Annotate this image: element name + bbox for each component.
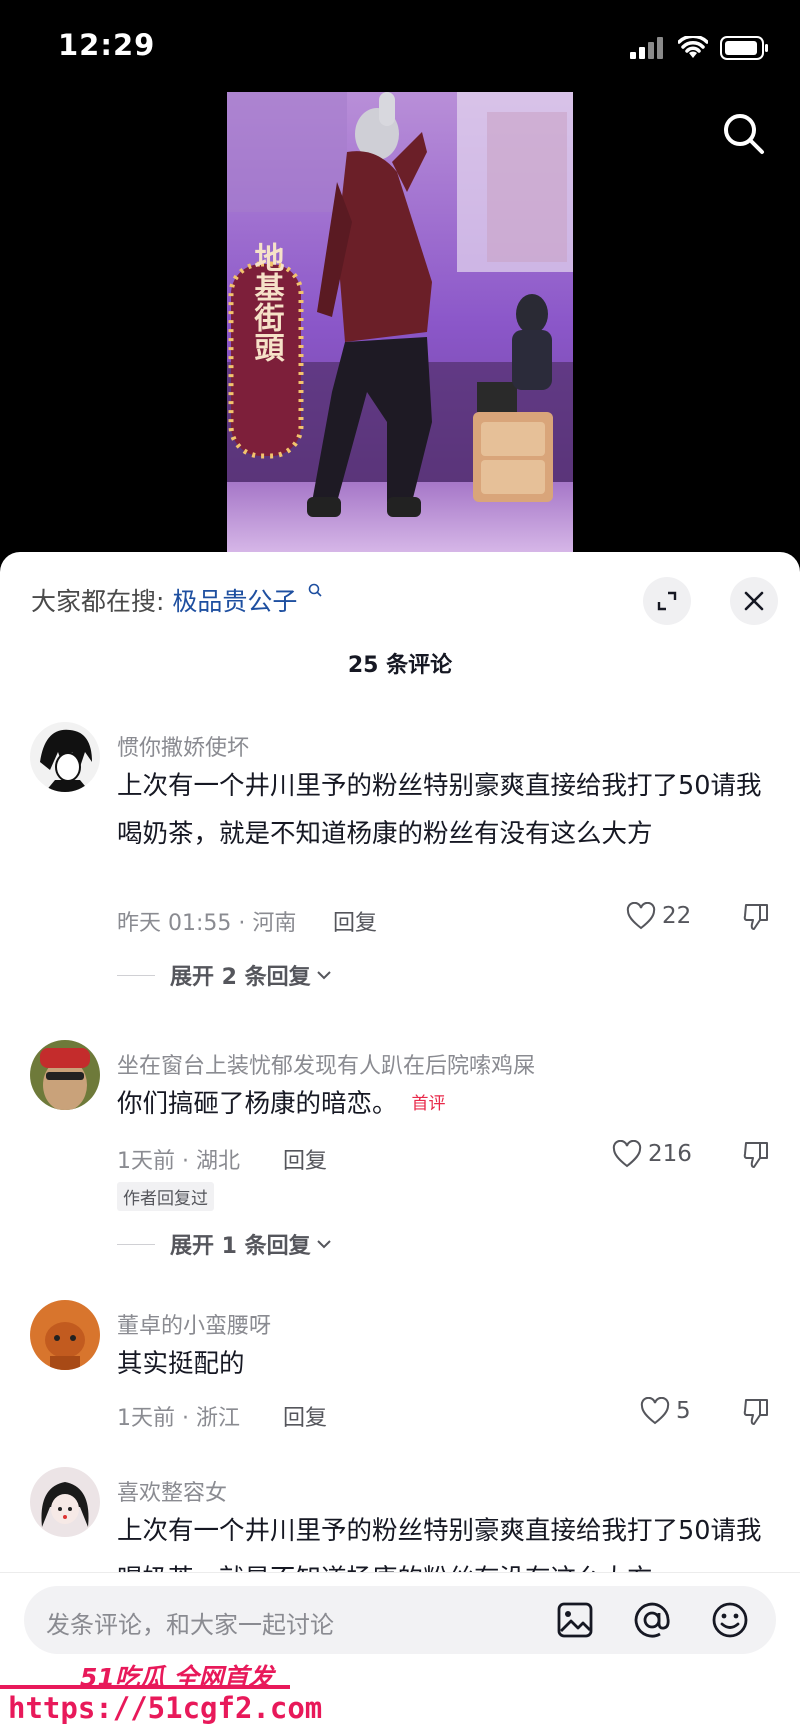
hot-search-prefix: 大家都在搜: xyxy=(31,587,165,616)
comment-meta: 1天前 · 浙江 xyxy=(117,1406,240,1431)
battery-icon xyxy=(720,36,768,60)
divider xyxy=(117,974,155,976)
reply-button[interactable]: 回复 xyxy=(333,905,377,937)
divider xyxy=(117,1243,155,1245)
expand-button[interactable] xyxy=(643,577,691,625)
reply-button[interactable]: 回复 xyxy=(283,1143,327,1175)
comment-meta: 1天前 · 湖北 xyxy=(117,1149,240,1174)
status-icons xyxy=(630,36,770,60)
watermark-bar xyxy=(0,1685,290,1689)
hot-search-bar[interactable]: 大家都在搜: 极品贵公子 xyxy=(31,582,323,618)
close-button[interactable] xyxy=(730,577,778,625)
heart-icon xyxy=(640,1397,670,1425)
avatar[interactable] xyxy=(30,1467,100,1537)
emoji-icon[interactable] xyxy=(709,1599,751,1641)
like-button[interactable]: 216 xyxy=(612,1140,692,1168)
wifi-icon xyxy=(678,36,708,58)
video-player[interactable]: 地基街頭 xyxy=(227,92,573,554)
comment-input-bar: 发条评论，和大家一起讨论 51吃瓜 全网首发 https://51cgf2.co… xyxy=(0,1572,800,1732)
like-button[interactable]: 5 xyxy=(640,1397,691,1425)
search-icon xyxy=(309,583,322,597)
video-frame: 地基街頭 xyxy=(227,92,573,554)
expand-replies[interactable]: 展开 1 条回复 xyxy=(117,1228,333,1260)
video-sign-text: 地基街頭 xyxy=(249,242,286,362)
avatar[interactable] xyxy=(30,1040,100,1110)
avatar[interactable] xyxy=(30,722,100,792)
like-count: 22 xyxy=(662,903,692,929)
comment-sheet: 大家都在搜: 极品贵公子 25 条评论 惯你撒娇使坏 上次有一个井川里予的粉丝特… xyxy=(0,552,800,1731)
dislike-icon[interactable] xyxy=(742,902,770,932)
reply-button[interactable]: 回复 xyxy=(283,1400,327,1432)
avatar[interactable] xyxy=(30,1300,100,1370)
comment-username[interactable]: 喜欢整容女 xyxy=(117,1475,227,1507)
comment-username[interactable]: 董卓的小蛮腰呀 xyxy=(117,1308,271,1340)
expand-replies-label: 展开 2 条回复 xyxy=(170,965,311,990)
like-count: 216 xyxy=(648,1141,692,1167)
status-bar: 12:29 xyxy=(0,0,800,95)
chevron-down-icon xyxy=(316,971,331,980)
like-button[interactable]: 22 xyxy=(626,902,691,930)
expand-replies[interactable]: 展开 2 条回复 xyxy=(117,959,333,991)
chevron-down-icon xyxy=(316,1240,331,1249)
watermark-url: https://51cgf2.com xyxy=(8,1691,323,1725)
comment-input[interactable]: 发条评论，和大家一起讨论 xyxy=(24,1586,776,1654)
heart-icon xyxy=(626,902,656,930)
comment-username[interactable]: 坐在窗台上装忧郁发现有人趴在后院嗦鸡屎 xyxy=(117,1048,535,1080)
signal-icon xyxy=(630,37,663,59)
at-icon[interactable] xyxy=(631,1599,673,1641)
comment-text: 上次有一个井川里予的粉丝特别豪爽直接给我打了50请我喝奶茶，就是不知道杨康的粉丝… xyxy=(117,771,762,849)
comment-input-placeholder: 发条评论，和大家一起讨论 xyxy=(46,1611,334,1639)
comment-text: 其实挺配的 xyxy=(117,1349,245,1379)
comments-count: 25 条评论 xyxy=(347,653,453,678)
expand-replies-label: 展开 1 条回复 xyxy=(170,1234,311,1259)
close-icon xyxy=(744,591,764,611)
hot-search-keyword[interactable]: 极品贵公子 xyxy=(172,587,297,616)
like-count: 5 xyxy=(676,1398,691,1424)
dislike-icon[interactable] xyxy=(742,1140,770,1170)
expand-icon xyxy=(657,591,677,611)
comment-meta: 昨天 01:55 · 河南 xyxy=(117,911,297,936)
comment-text: 你们搞砸了杨康的暗恋。 首评 xyxy=(117,1080,767,1128)
image-icon[interactable] xyxy=(554,1599,596,1641)
first-comment-badge: 首评 xyxy=(411,1094,446,1114)
heart-icon xyxy=(612,1140,642,1168)
dislike-icon[interactable] xyxy=(742,1397,770,1427)
comment-username[interactable]: 惯你撒娇使坏 xyxy=(117,730,249,762)
status-time: 12:29 xyxy=(58,28,156,62)
author-replied-badge: 作者回复过 xyxy=(117,1182,214,1211)
search-icon[interactable] xyxy=(720,110,766,156)
comment-text-content: 你们搞砸了杨康的暗恋。 xyxy=(117,1089,398,1119)
